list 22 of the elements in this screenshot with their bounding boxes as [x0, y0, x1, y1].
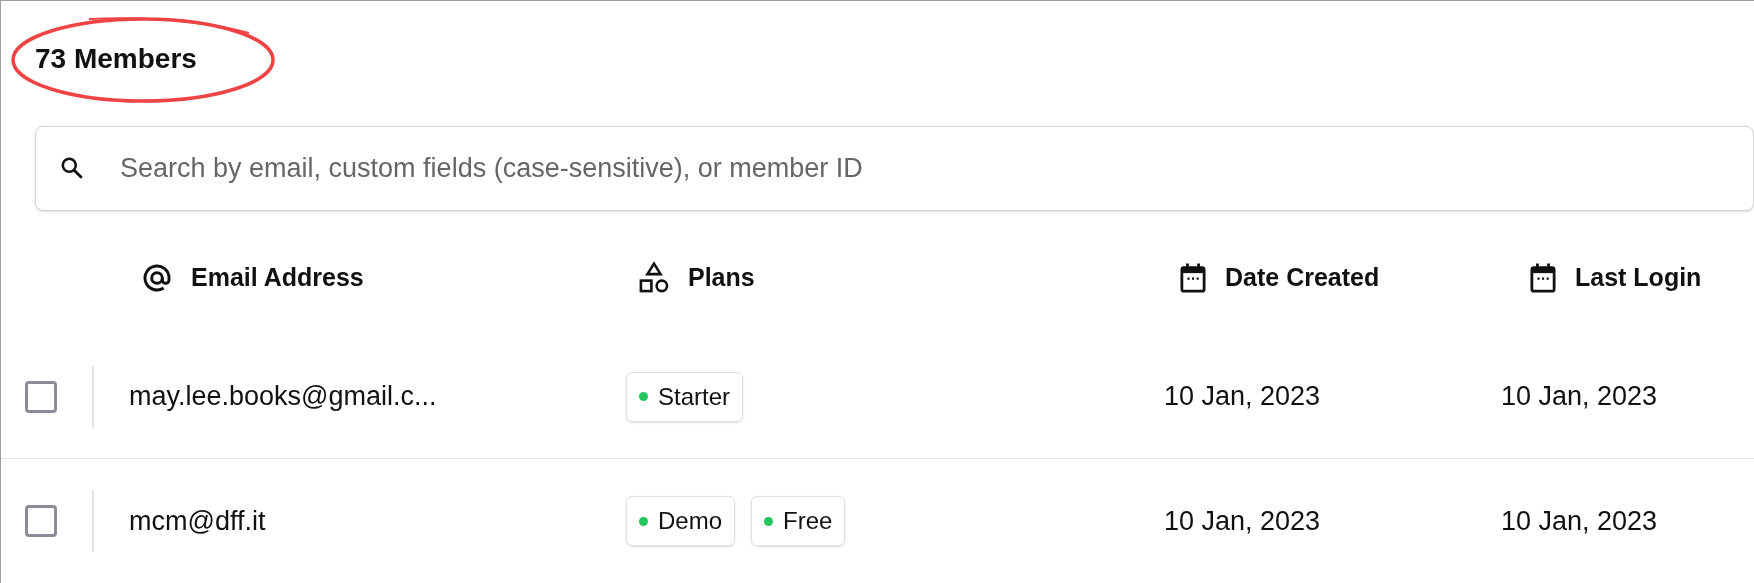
at-sign-icon: [141, 262, 173, 294]
search-field[interactable]: Search by email, custom fields (case-sensitive), or member ID: [35, 126, 1754, 211]
calendar-icon: [1529, 262, 1557, 294]
checkbox[interactable]: [25, 380, 57, 413]
column-header[interactable]: Email Address: [191, 259, 364, 297]
table-cell: mcm@dff.it: [129, 505, 266, 536]
table-cell: may.lee.books@gmail.c...: [129, 381, 437, 412]
page-title: 73 Members: [35, 41, 197, 76]
plan-tag: Free: [751, 496, 846, 546]
search-icon: [59, 155, 85, 181]
table-cell: 10 Jan, 2023: [1164, 381, 1321, 412]
calendar-icon: [1179, 262, 1207, 294]
column-header[interactable]: Plans: [688, 259, 755, 297]
shapes-icon: [638, 261, 670, 295]
table-cell: 10 Jan, 2023: [1501, 505, 1658, 536]
table-cell: 10 Jan, 2023: [1501, 381, 1658, 412]
column-header[interactable]: Last Login: [1575, 259, 1702, 297]
column-header[interactable]: Date Created: [1225, 259, 1380, 297]
checkbox[interactable]: [25, 505, 57, 537]
plan-tag: Starter: [626, 371, 744, 422]
table-cell: 10 Jan, 2023: [1164, 505, 1321, 536]
plan-tag: Demo: [626, 496, 736, 546]
